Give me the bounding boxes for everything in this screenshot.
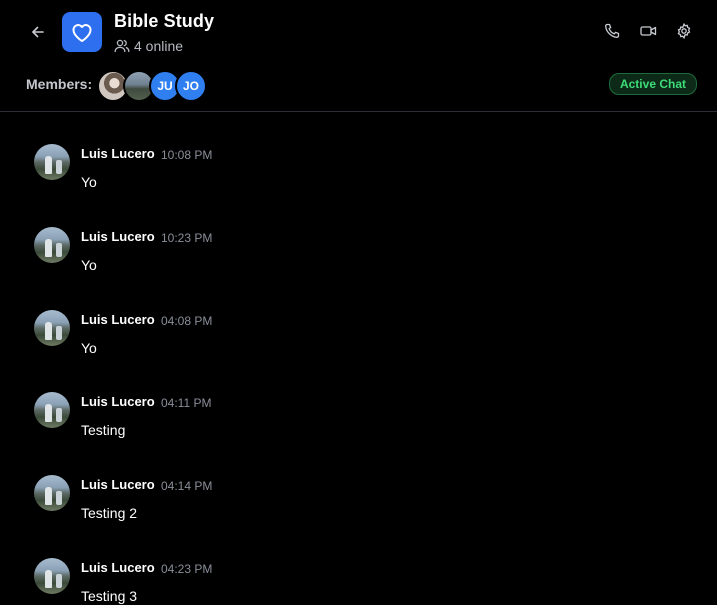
message-time: 04:14 PM xyxy=(161,479,213,493)
message-author: Luis Lucero xyxy=(81,146,155,161)
phone-icon xyxy=(605,23,620,38)
message-text: Testing xyxy=(81,422,126,438)
chat-title: Bible Study xyxy=(114,11,215,31)
arrow-left-icon xyxy=(32,26,44,38)
group-avatar xyxy=(62,12,102,52)
message-text: Yo xyxy=(81,340,97,356)
message-author: Luis Lucero xyxy=(81,394,155,409)
heart-icon xyxy=(72,24,92,42)
gear-icon xyxy=(677,23,691,39)
members-label: Members: xyxy=(26,76,93,92)
avatar[interactable] xyxy=(34,310,70,346)
avatar[interactable] xyxy=(34,475,70,511)
message-author: Luis Lucero xyxy=(81,229,155,244)
message-author: Luis Lucero xyxy=(81,312,155,327)
chat-header: Bible Study 4 online Members: JU JO Acti… xyxy=(0,0,717,112)
message-time: 04:23 PM xyxy=(161,562,213,576)
back-button[interactable] xyxy=(27,22,49,42)
avatar[interactable] xyxy=(34,558,70,594)
member-avatars: JU JO xyxy=(97,70,207,102)
message-text: Testing 3 xyxy=(81,588,138,604)
users-icon xyxy=(114,39,130,53)
chat-window: Bible Study 4 online Members: JU JO Acti… xyxy=(0,0,717,605)
settings-button[interactable] xyxy=(675,22,693,40)
message-text: Yo xyxy=(81,257,97,273)
online-text: 4 online xyxy=(134,38,184,54)
message-time: 10:23 PM xyxy=(161,231,213,245)
message-time: 04:08 PM xyxy=(161,314,213,328)
message-list: Luis Lucero 10:08 PM Yo Luis Lucero 10:2… xyxy=(0,113,717,605)
message-time: 10:08 PM xyxy=(161,148,213,162)
message-time: 04:11 PM xyxy=(161,396,212,410)
avatar[interactable] xyxy=(34,227,70,263)
status-badge: Active Chat xyxy=(608,73,697,95)
avatar[interactable] xyxy=(34,392,70,428)
video-call-button[interactable] xyxy=(639,22,657,40)
message-text: Testing 2 xyxy=(81,505,138,521)
message-author: Luis Lucero xyxy=(81,477,155,492)
header-actions xyxy=(603,22,693,40)
online-count: 4 online xyxy=(114,38,183,54)
member-avatar[interactable]: JO xyxy=(175,70,207,102)
message-text: Yo xyxy=(81,174,97,190)
call-button[interactable] xyxy=(603,22,621,40)
avatar[interactable] xyxy=(34,144,70,180)
video-icon xyxy=(639,26,656,36)
message-author: Luis Lucero xyxy=(81,560,155,575)
